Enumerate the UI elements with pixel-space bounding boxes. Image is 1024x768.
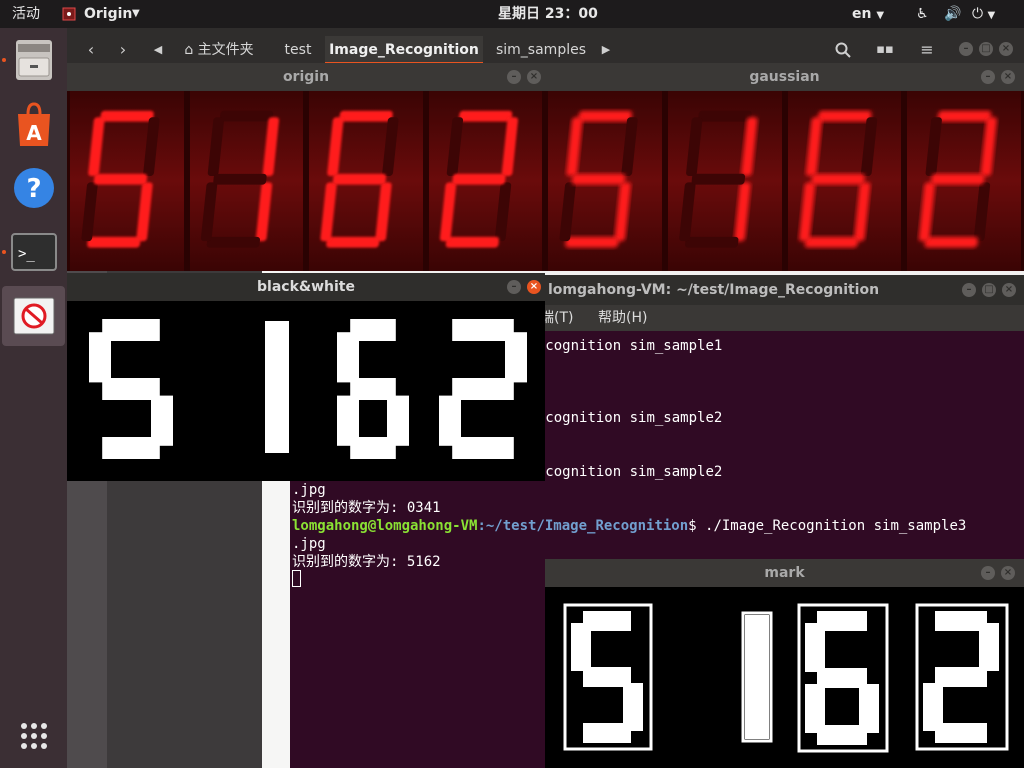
mark-image [545,587,1024,768]
top-panel: 活动 Origin ▼ 星期日 23：00 en ▼ ♿ 🔊 ⏻ ▼ [0,0,1024,28]
maximize-icon[interactable]: □ [979,42,993,56]
maximize-icon[interactable]: □ [982,283,996,297]
close-icon[interactable]: × [999,42,1013,56]
led-digit-2 [439,110,519,248]
launcher-dock: A ? >_ [0,28,67,768]
led-digit-5 [559,110,638,248]
origin-image [67,91,545,271]
terminal-line: 识别到的数字为: 0341 [292,500,441,516]
led-digits [559,110,997,248]
language-indicator[interactable]: en ▼ [852,0,884,28]
svg-text:>_: >_ [18,246,35,262]
terminal-line: 识别到的数字为: 5162 [292,554,441,570]
bw-window[interactable]: black&white – × [67,273,545,481]
clock[interactable]: 星期日 23：00 [498,0,598,28]
prompt-user: lomgahong@lomgahong-VM [292,518,478,534]
volume-icon[interactable]: 🔊 [944,0,961,28]
bw-digit-1 [265,321,289,453]
desktop: 活动 Origin ▼ 星期日 23：00 en ▼ ♿ 🔊 ⏻ ▼ A ? >… [0,0,1024,768]
accessibility-icon[interactable]: ♿ [916,0,929,28]
origin-app-icon [62,7,76,21]
app-grid-icon[interactable] [6,708,62,764]
bw-titlebar[interactable]: black&white – × [67,273,545,301]
close-icon[interactable]: × [1001,566,1015,580]
origin-app-icon[interactable] [2,286,65,346]
help-icon[interactable]: ? [6,160,62,216]
menu-help[interactable]: 帮助(H) [598,305,647,331]
led-digit-6 [320,110,399,248]
minimize-icon[interactable]: – [507,70,521,84]
command-text: $ ./Image_Recognition sim_sample3 [688,518,967,534]
led-digits [81,110,519,248]
minimize-icon[interactable]: – [959,42,973,56]
origin-titlebar[interactable]: origin – × [67,63,545,91]
back-icon[interactable]: ‹ [81,36,101,64]
app-menu[interactable]: Origin ▼ [62,0,144,28]
minimize-icon[interactable]: – [981,566,995,580]
close-icon[interactable]: × [527,70,541,84]
origin-title: origin [282,69,330,85]
chevron-down-icon: ▼ [876,10,885,21]
bw-digit-6 [337,319,409,459]
led-digit-2 [918,110,997,248]
marked-digit-5 [563,603,653,751]
prompt-path: :~/test/Image_Recognition [477,518,689,534]
terminal-line: .jpg [292,482,326,498]
terminal-cursor [292,570,301,587]
marked-digit-2 [915,603,1009,751]
forward-icon[interactable]: › [113,36,133,64]
marked-digits [563,603,1009,753]
close-icon[interactable]: × [1002,283,1016,297]
gaussian-title: gaussian [749,69,820,85]
led-digit-1 [200,110,280,248]
activities-button[interactable]: 活动 [12,0,40,28]
led-digit-6 [798,110,878,248]
gaussian-window[interactable]: gaussian – × [545,63,1024,271]
gaussian-image [545,91,1024,271]
view-options-icon[interactable]: ▪▪ [875,36,895,64]
close-icon[interactable]: × [527,280,541,294]
close-icon[interactable]: × [1001,70,1015,84]
tab-image-recognition[interactable]: Image_Recognition [325,36,483,64]
tab-home[interactable]: ⌂ 主文件夹 [171,36,267,64]
search-icon[interactable] [833,36,853,64]
scroll-left-icon[interactable]: ◀ [151,36,165,64]
led-digit-5 [81,110,160,248]
bw-digit-5 [89,319,173,459]
bw-digits [89,319,527,459]
menu-icon[interactable]: ≡ [917,36,937,64]
bw-image [67,301,545,481]
app-menu-label: Origin [84,6,133,22]
tab-home-label: 主文件夹 [197,42,254,58]
marked-digit-6 [797,603,889,753]
svg-text:A: A [26,121,42,145]
software-center-icon[interactable]: A [6,96,62,152]
mark-title: mark [764,565,805,581]
origin-window[interactable]: origin – × [67,63,545,271]
terminal-title: lomgahong-VM: ~/test/Image_Recognition [548,282,880,298]
bw-title: black&white [257,279,355,295]
minimize-icon[interactable]: – [962,283,976,297]
terminal-line: .jpg [292,536,326,552]
files-icon[interactable] [6,32,62,88]
tab-test[interactable]: test [275,36,321,64]
minimize-icon[interactable]: – [981,70,995,84]
home-icon: ⌂ [184,42,194,58]
scroll-right-icon[interactable]: ▶ [599,36,613,64]
terminal-line: lomgahong@lomgahong-VM:~/test/Image_Reco… [292,517,966,535]
mark-titlebar[interactable]: mark – × [545,559,1024,587]
tab-sim-samples[interactable]: sim_samples [487,36,595,64]
power-icon[interactable]: ⏻ ▼ [972,0,995,28]
marked-digit-1 [741,611,773,743]
language-label: en [852,6,872,22]
bw-digit-2 [439,319,527,459]
gaussian-titlebar[interactable]: gaussian – × [545,63,1024,91]
minimize-icon[interactable]: – [507,280,521,294]
led-digit-1 [679,110,758,248]
svg-text:?: ? [26,174,41,204]
chevron-down-icon: ▼ [132,8,140,19]
terminal-icon[interactable]: >_ [6,224,62,280]
mark-window[interactable]: mark – × [545,559,1024,768]
